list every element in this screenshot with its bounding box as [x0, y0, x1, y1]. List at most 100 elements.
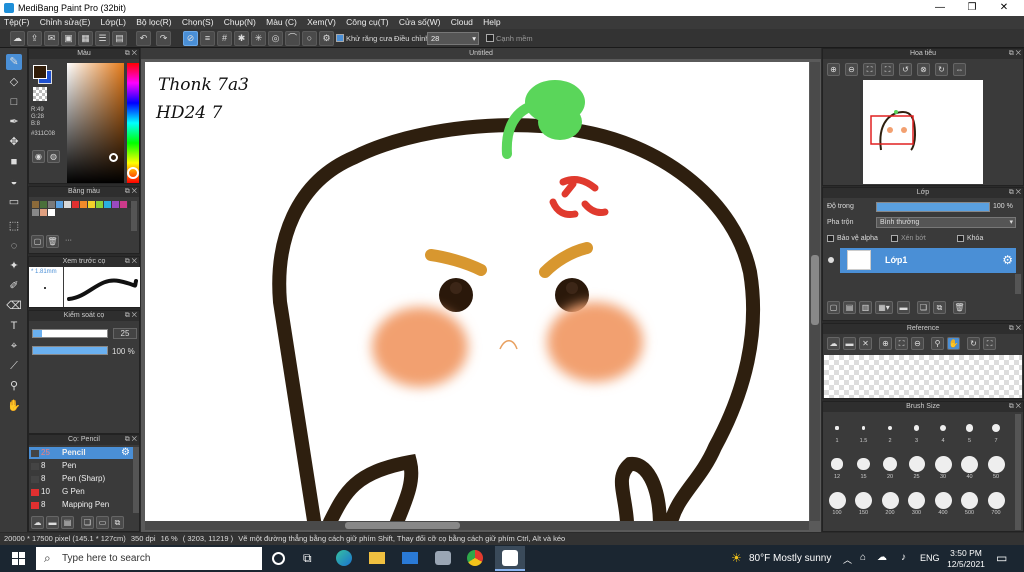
- color-swatch[interactable]: [88, 201, 95, 208]
- tray-chevron-icon[interactable]: ︿: [843, 553, 852, 566]
- color-swatch[interactable]: [32, 201, 39, 208]
- minimize-button[interactable]: —: [925, 0, 955, 16]
- menu-window[interactable]: Cửa số(W): [395, 16, 445, 29]
- rotate-right-icon[interactable]: ↻: [935, 63, 948, 76]
- task-view-icon[interactable]: ⧉: [303, 551, 312, 566]
- divide-tool-icon[interactable]: ⟋: [6, 358, 22, 374]
- move-tool-icon[interactable]: ✥: [6, 134, 22, 150]
- layer-row[interactable]: Lớp1 ⚙: [840, 248, 1016, 273]
- menu-help[interactable]: Help: [479, 16, 504, 29]
- select-tool-icon[interactable]: ⬚: [6, 218, 22, 234]
- snap-cross-icon[interactable]: ✳: [251, 31, 266, 46]
- panel-controls-icon[interactable]: ⧉ ✕: [1009, 402, 1021, 412]
- brush-size-scrollbar[interactable]: [1015, 414, 1021, 530]
- color-swatch[interactable]: [112, 201, 119, 208]
- brush-size-option[interactable]: 300: [904, 490, 930, 516]
- reference-expand-icon[interactable]: ⛶: [983, 337, 996, 350]
- swatch-scrollbar[interactable]: [131, 201, 137, 231]
- layer-menu-icon[interactable]: ▦▾: [875, 301, 893, 314]
- menu-tools[interactable]: Công cụ(T): [342, 16, 393, 29]
- brush-list-item[interactable]: 10 G Pen: [29, 486, 133, 498]
- brush-size-option[interactable]: 20: [877, 454, 903, 480]
- blend-mode-select[interactable]: Bình thường ▾: [876, 217, 1016, 228]
- reference-rotate-icon[interactable]: ↻: [967, 337, 980, 350]
- lock-checkbox[interactable]: [957, 235, 964, 242]
- eraser-tool-icon[interactable]: ◇: [6, 74, 22, 90]
- panel-controls-icon[interactable]: ⧉ ✕: [125, 49, 137, 59]
- settings-gear-icon[interactable]: ⚙: [319, 31, 334, 46]
- visibility-eye-icon[interactable]: [828, 257, 834, 263]
- canvas-tab[interactable]: Untitled: [141, 48, 821, 59]
- operation-tool-icon[interactable]: ⌖: [6, 338, 22, 354]
- brush-size-option[interactable]: 15: [851, 454, 877, 480]
- color-swatch[interactable]: [40, 201, 47, 208]
- brush-list-item[interactable]: 8 Mapping Pen: [29, 499, 133, 511]
- comment-icon[interactable]: ✉: [44, 31, 59, 46]
- text-tool-icon[interactable]: T: [6, 318, 22, 334]
- color-swatch[interactable]: [48, 201, 55, 208]
- brush-size-option[interactable]: 3: [904, 418, 930, 444]
- list-icon[interactable]: ☰: [95, 31, 110, 46]
- undo-icon[interactable]: ↶: [136, 31, 151, 46]
- menu-edit[interactable]: Chỉnh sửa(E): [36, 16, 95, 29]
- clipping-checkbox[interactable]: [891, 235, 898, 242]
- adjust-select[interactable]: 28 ▾: [427, 32, 479, 45]
- snap-grid-icon[interactable]: #: [217, 31, 232, 46]
- reference-cloud-icon[interactable]: ☁: [827, 337, 840, 350]
- reference-fit-icon[interactable]: ⛶: [895, 337, 908, 350]
- duplicate-layer-icon[interactable]: ❏: [917, 301, 930, 314]
- brush-size-option[interactable]: 30: [930, 454, 956, 480]
- new-layer-icon[interactable]: ▢: [827, 301, 840, 314]
- edge-browser-icon[interactable]: [336, 550, 352, 566]
- layer-scrollbar[interactable]: [1015, 274, 1021, 294]
- color-swatch[interactable]: [56, 201, 63, 208]
- menu-filter[interactable]: Bộ lọc(R): [132, 16, 175, 29]
- weather-text[interactable]: 80°F Mostly sunny: [749, 553, 831, 564]
- rectangle-tool-icon[interactable]: □: [6, 94, 22, 110]
- brush-folder-icon[interactable]: ▬: [46, 516, 59, 529]
- zoom-out-icon[interactable]: ⊖: [845, 63, 858, 76]
- brush-list-scrollbar[interactable]: [133, 447, 139, 513]
- brush-size-option[interactable]: 25: [904, 454, 930, 480]
- horizontal-scrollbar[interactable]: [145, 521, 809, 530]
- menu-color[interactable]: Màu (C): [262, 16, 301, 29]
- snap-circle-icon[interactable]: ◎: [268, 31, 283, 46]
- brush-size-option[interactable]: 200: [877, 490, 903, 516]
- network-icon[interactable]: ⌂: [860, 552, 866, 563]
- lasso-tool-icon[interactable]: ◌: [6, 238, 22, 254]
- notification-icon[interactable]: ▭: [996, 551, 1007, 565]
- table-icon[interactable]: ▤: [112, 31, 127, 46]
- clock[interactable]: 3:50 PM 12/5/2021: [946, 548, 986, 570]
- cloud-icon[interactable]: ☁: [10, 31, 25, 46]
- actual-size-icon[interactable]: ⛶: [881, 63, 894, 76]
- brush-size-option[interactable]: 100: [824, 490, 850, 516]
- drawing-canvas[interactable]: Thonk 7a3 HD24 7: [145, 62, 809, 521]
- foreground-color[interactable]: [33, 65, 47, 79]
- hand-tool-icon[interactable]: ✋: [6, 398, 22, 414]
- protect-alpha-checkbox[interactable]: [827, 235, 834, 242]
- menu-cloud[interactable]: Cloud: [447, 16, 477, 29]
- navigator-thumbnail[interactable]: [863, 80, 983, 184]
- brush-size-option[interactable]: 4: [930, 418, 956, 444]
- fit-icon[interactable]: ⛶: [863, 63, 876, 76]
- panel-controls-icon[interactable]: ⧉ ✕: [125, 187, 137, 197]
- color-swatch[interactable]: [32, 209, 39, 216]
- volume-icon[interactable]: ♪: [901, 552, 906, 563]
- layer-settings-gear-icon[interactable]: ⚙: [1002, 253, 1013, 267]
- snap-ellipse-icon[interactable]: ○: [302, 31, 317, 46]
- brush-tool-icon[interactable]: ✎: [6, 54, 22, 70]
- transparent-color-icon[interactable]: [33, 87, 47, 101]
- brush-size-option[interactable]: 150: [851, 490, 877, 516]
- reference-canvas[interactable]: [824, 355, 1022, 398]
- language-indicator[interactable]: ENG: [920, 553, 940, 563]
- brush-size-option[interactable]: 1.5: [851, 418, 877, 444]
- more-menu[interactable]: ···: [65, 237, 72, 244]
- eyedropper-tool-icon[interactable]: ⚲: [6, 378, 22, 394]
- brush-opacity-slider[interactable]: [32, 346, 108, 355]
- reference-hand-icon[interactable]: ✋: [947, 337, 960, 350]
- new-halftone-layer-icon[interactable]: ▤: [843, 301, 856, 314]
- brush-size-value[interactable]: 25: [113, 328, 137, 339]
- frame-icon[interactable]: ▣: [61, 31, 76, 46]
- vertical-scroll-thumb[interactable]: [811, 255, 819, 325]
- reset-rotation-icon[interactable]: ⊗: [917, 63, 930, 76]
